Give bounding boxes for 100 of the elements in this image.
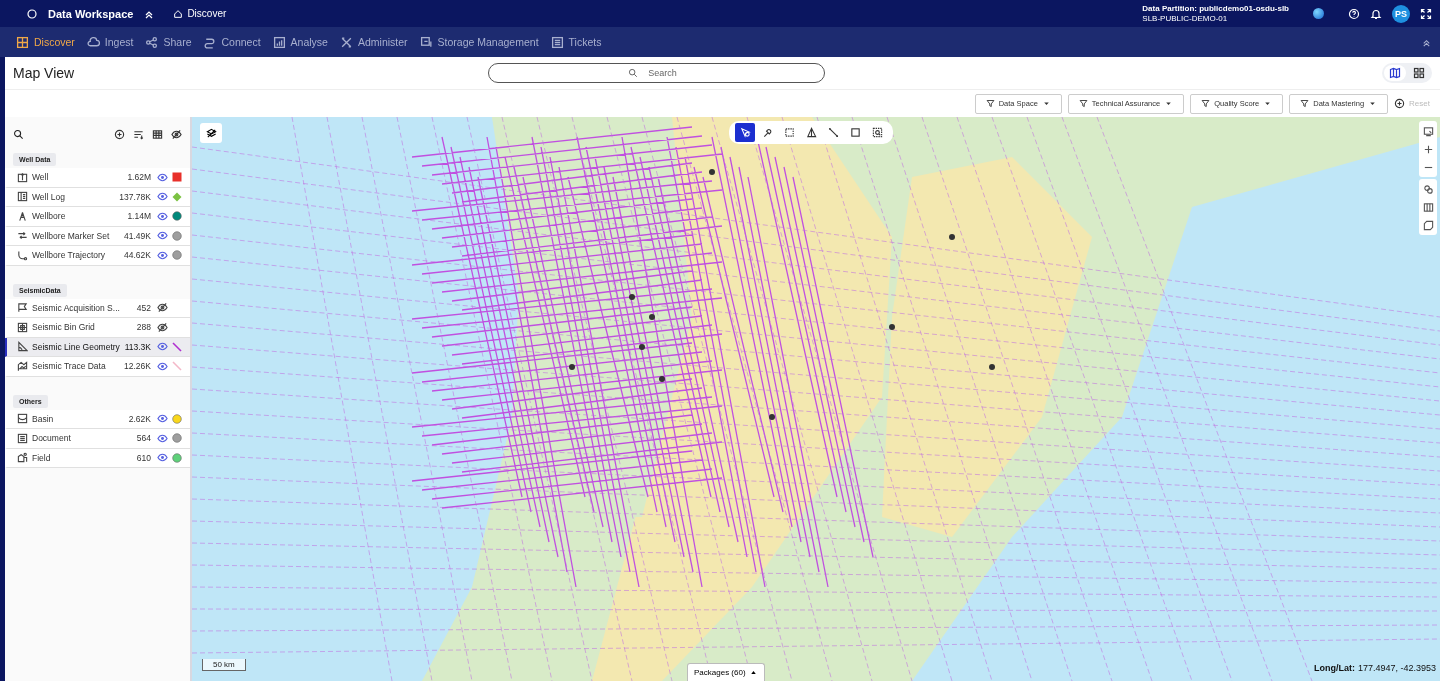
map-view-button[interactable]	[1384, 65, 1406, 81]
copy-icon	[1422, 219, 1434, 231]
nav-tab[interactable]: Storage Management	[419, 35, 539, 49]
layer-count: 137.78K	[119, 191, 151, 202]
scale-bar: 50 km	[202, 659, 246, 671]
nav-tab[interactable]: Analyse	[272, 35, 328, 49]
sort-button[interactable]	[133, 128, 144, 140]
flag-icon	[17, 302, 28, 314]
trajectory-icon	[17, 249, 28, 261]
sort-icon	[133, 128, 144, 140]
layer-row[interactable]: Wellbore Trajectory 44.62K	[5, 246, 190, 266]
layer-toggle-button[interactable]	[200, 123, 222, 143]
partition-id: SLB-PUBLIC-DEMO-01	[1142, 13, 1229, 24]
layer-row[interactable]: Wellbore 1.14M	[5, 207, 190, 227]
nav-tab[interactable]: Share	[145, 35, 192, 49]
layer-name: Seismic Bin Grid	[32, 322, 96, 333]
layer-row[interactable]: Seismic Acquisition S... 452	[5, 298, 190, 318]
log-icon	[17, 191, 28, 203]
breadcrumb-link[interactable]: Discover	[173, 8, 227, 19]
plus-icon	[1394, 98, 1406, 109]
house-icon	[17, 452, 28, 464]
layer-name: Seismic Trace Data	[32, 361, 107, 372]
hide-all-button[interactable]	[171, 128, 182, 140]
search-icon	[628, 68, 638, 78]
layer-row[interactable]: Field 610	[5, 448, 190, 468]
basin-icon	[17, 413, 28, 425]
layer-name: Well	[32, 172, 50, 183]
layer-count: 610	[136, 452, 151, 463]
grid-icon	[16, 35, 29, 49]
coordinates-label: Long/Lat:	[1313, 663, 1355, 673]
nav-tab[interactable]: Tickets	[550, 35, 602, 49]
filter-icon	[1078, 99, 1088, 108]
layer-count: 1.62M	[127, 172, 151, 183]
columns-icon	[1422, 201, 1434, 213]
map-icon	[1389, 67, 1401, 79]
layer-row[interactable]: Wellbore Marker Set 41.49K	[5, 226, 190, 246]
nav-tab[interactable]: Administer	[339, 35, 408, 49]
notifications-button[interactable]	[1370, 7, 1382, 20]
document-icon	[17, 432, 28, 444]
layer-count: 288	[136, 322, 151, 333]
app-title: Data Workspace	[48, 7, 134, 20]
layer-name: Seismic Line Geometry	[32, 341, 121, 352]
plus-icon	[1422, 143, 1434, 155]
select-tool-button[interactable]	[735, 123, 755, 142]
layer-name: Well Log	[32, 191, 66, 202]
layer-count: 44.62K	[124, 250, 151, 261]
partition-label: Data Partition: publicdemo01-osdu-slb	[1142, 3, 1289, 14]
nav-tab[interactable]: Discover	[16, 35, 75, 49]
select-icon	[739, 127, 751, 138]
well-icon	[17, 171, 28, 183]
triangle-icon	[17, 341, 28, 353]
layer-name: Wellbore Trajectory	[32, 250, 107, 261]
tools-icon	[339, 35, 353, 49]
help-button[interactable]	[1348, 7, 1360, 20]
bell-icon	[1370, 7, 1382, 20]
layer-name: Document	[32, 433, 72, 444]
layer-count: 113.3K	[124, 341, 151, 352]
search-icon	[13, 128, 24, 140]
page-title: Map View	[13, 65, 76, 81]
screen-icon	[1422, 125, 1434, 137]
layer-row[interactable]: Document 564	[5, 429, 190, 449]
zoom-box-icon	[871, 127, 883, 138]
caret-icon	[1368, 99, 1378, 108]
layer-row[interactable]: Well 1.62M	[5, 168, 190, 188]
layer-count: 41.49K	[124, 230, 151, 241]
caret-icon	[1263, 99, 1273, 108]
layer-row[interactable]: Seismic Line Geometry 113.3K	[5, 337, 190, 357]
layer-count: 12.26K	[124, 361, 151, 372]
nav-tab[interactable]: Connect	[203, 35, 261, 49]
tiles-icon	[1413, 67, 1425, 79]
table-button[interactable]	[152, 128, 163, 140]
globe-icon	[1313, 8, 1324, 19]
add-layer-button[interactable]	[114, 128, 125, 140]
layer-row[interactable]: Basin 2.62K	[5, 409, 190, 429]
filter-icon	[1201, 99, 1211, 108]
polygon-icon	[805, 127, 817, 138]
grid-icon	[17, 321, 28, 333]
layer-count: 2.62K	[128, 413, 151, 424]
nav-tab[interactable]: Ingest	[86, 35, 134, 49]
packages-button[interactable]: Packages (60)	[687, 663, 765, 681]
layers-icon	[205, 127, 217, 139]
fullscreen-button[interactable]	[1420, 7, 1432, 20]
layer-row[interactable]: Well Log 137.78K	[5, 187, 190, 207]
arrows-icon	[17, 230, 28, 242]
layer-row[interactable]: Seismic Trace Data 12.26K	[5, 357, 190, 377]
filter-icon	[1300, 99, 1310, 108]
layer-name: Wellbore Marker Set	[32, 230, 111, 241]
caret-icon	[1041, 99, 1051, 108]
layer-name: Field	[32, 452, 52, 463]
layer-name: Wellbore	[32, 211, 67, 222]
layer-row[interactable]: Seismic Bin Grid 288	[5, 318, 190, 338]
caret-icon	[1164, 99, 1174, 108]
layer-name: Basin	[32, 413, 55, 424]
rectangle-icon	[783, 127, 795, 138]
coordinates-value: 177.4947, -42.3953	[1357, 663, 1436, 673]
rig-icon	[17, 210, 28, 222]
layer-name: Seismic Acquisition S...	[32, 302, 121, 313]
cloud-icon	[86, 35, 100, 49]
search-field[interactable]: Search	[488, 63, 825, 83]
chart-icon	[272, 35, 286, 49]
